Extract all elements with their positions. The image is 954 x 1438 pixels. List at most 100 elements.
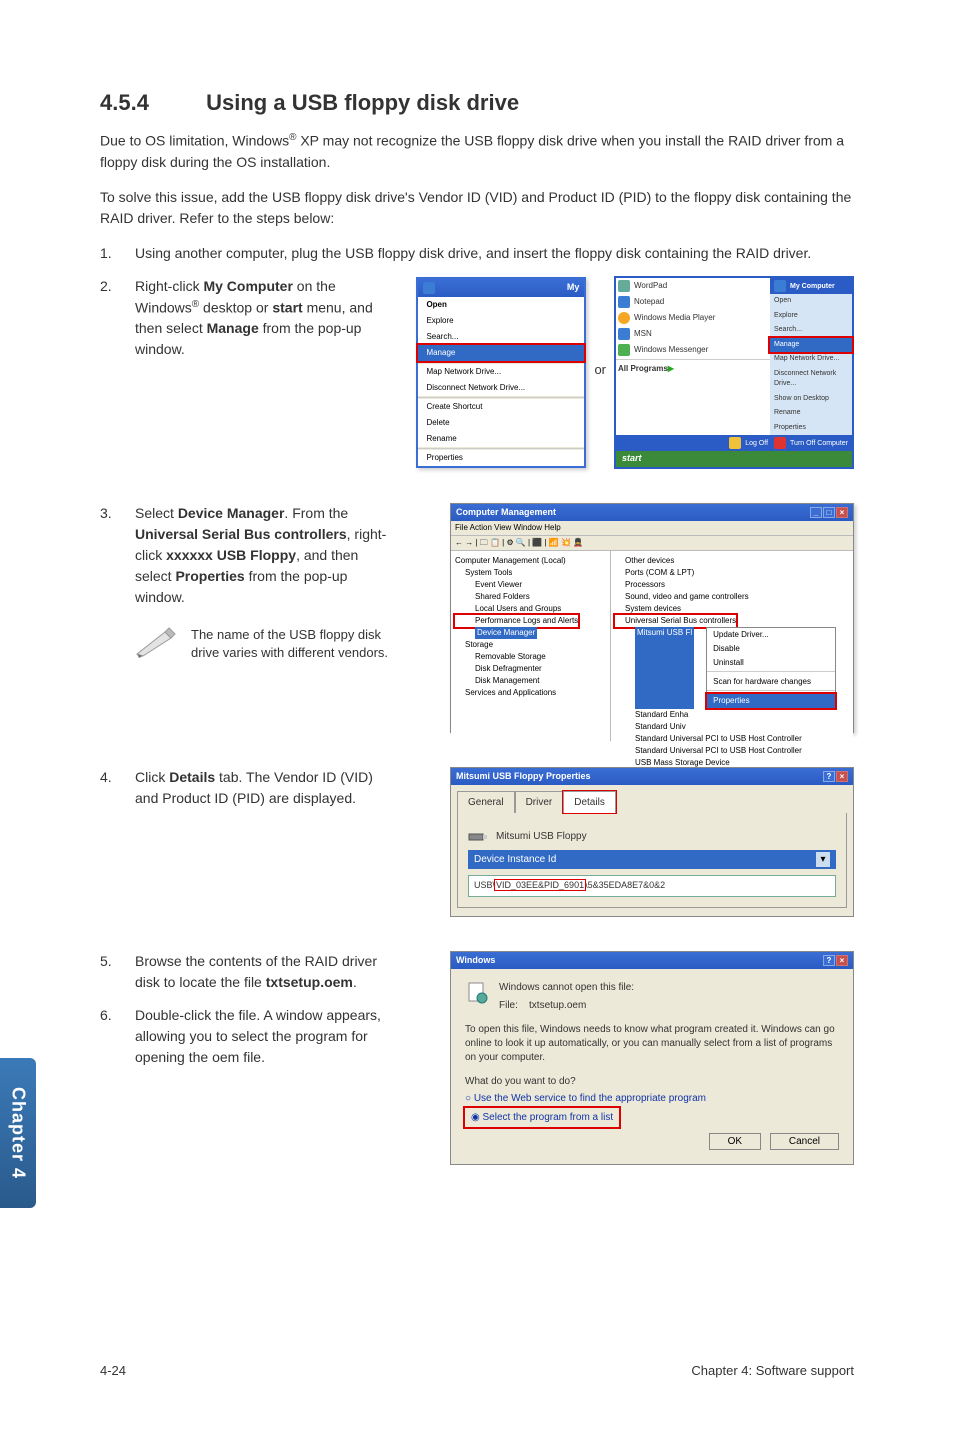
tree-storage[interactable]: Storage	[455, 639, 606, 651]
device-instance-value[interactable]: USB\VID_03EE&PID_6901\5&35EDA8E7&0&2	[468, 875, 836, 897]
start-wmp[interactable]: Windows Media Player	[634, 312, 715, 324]
help-icon[interactable]: ?	[823, 771, 835, 782]
tab-general[interactable]: General	[457, 791, 515, 813]
dev-other[interactable]: Other devices	[615, 555, 849, 567]
dev-s4[interactable]: Standard Universal PCI to USB Host Contr…	[615, 733, 849, 745]
ctx-properties[interactable]: Properties	[707, 694, 835, 708]
start-wordpad[interactable]: WordPad	[634, 280, 667, 292]
openwith-explain: To open this file, Windows needs to know…	[465, 1023, 839, 1065]
step-2: 2. Right-click My Computer on the Window…	[100, 276, 400, 361]
dev-sys[interactable]: System devices	[615, 603, 849, 615]
cm-left-tree[interactable]: Computer Management (Local) System Tools…	[451, 551, 611, 741]
start-button[interactable]: start	[616, 451, 852, 467]
section-number: 4.5.4	[100, 90, 200, 116]
page-footer: 4-24 Chapter 4: Software support	[100, 1363, 854, 1378]
cannot-open-label: Windows cannot open this file:	[499, 981, 634, 995]
ok-button[interactable]: OK	[709, 1133, 761, 1150]
intro-para-2: To solve this issue, add the USB floppy …	[100, 187, 854, 229]
cm-toolbar[interactable]: ← → | 🗀 📋 | ⚙ 🔍 | ⬛ | 📶 💥 💂	[451, 536, 853, 551]
cm-right-tree[interactable]: Other devices Ports (COM & LPT) Processo…	[611, 551, 853, 741]
radio-list[interactable]: ◉ Select the program from a list	[465, 1108, 619, 1127]
sm-explore[interactable]: Explore	[770, 309, 852, 324]
computer-management-window: Computer Management _□× File Action View…	[450, 503, 854, 733]
device-instance-combo[interactable]: Device Instance Id ▾	[468, 850, 836, 869]
menu-manage[interactable]: Manage	[418, 345, 584, 361]
section-title: 4.5.4 Using a USB floppy disk drive	[100, 90, 854, 116]
menu-properties[interactable]: Properties	[418, 450, 584, 466]
chevron-down-icon[interactable]: ▾	[816, 852, 830, 867]
ctx-scan[interactable]: Scan for hardware changes	[707, 675, 835, 689]
close-icon[interactable]: ×	[836, 771, 848, 782]
sm-manage[interactable]: Manage	[770, 338, 852, 353]
cm-menubar[interactable]: File Action View Window Help	[451, 521, 853, 536]
tab-details[interactable]: Details	[563, 791, 616, 813]
properties-dialog: Mitsumi USB Floppy Properties ?× General…	[450, 767, 854, 917]
radio-web[interactable]: ○ Use the Web service to find the approp…	[465, 1089, 839, 1108]
tree-defrag[interactable]: Disk Defragmenter	[455, 663, 606, 675]
menu-rename[interactable]: Rename	[418, 431, 584, 447]
logoff-button[interactable]: Log Off	[729, 437, 768, 449]
tree-diskmgmt[interactable]: Disk Management	[455, 675, 606, 687]
tree-removable[interactable]: Removable Storage	[455, 651, 606, 663]
dev-proc[interactable]: Processors	[615, 579, 849, 591]
start-msn[interactable]: MSN	[634, 328, 652, 340]
tree-eventviewer[interactable]: Event Viewer	[455, 579, 606, 591]
tree-perf[interactable]: Performance Logs and Alerts	[455, 615, 578, 627]
start-messenger[interactable]: Windows Messenger	[634, 344, 708, 356]
cancel-button[interactable]: Cancel	[770, 1133, 839, 1150]
ctx-disable[interactable]: Disable	[707, 642, 835, 656]
ctx-uninstall[interactable]: Uninstall	[707, 656, 835, 670]
sm-disc[interactable]: Disconnect Network Drive...	[770, 367, 852, 392]
ctx-update[interactable]: Update Driver...	[707, 628, 835, 642]
dev-s0[interactable]: Standard Enha	[615, 709, 849, 721]
close-icon[interactable]: ×	[836, 507, 848, 518]
turnoff-button[interactable]: Turn Off Computer	[774, 437, 848, 449]
tab-driver[interactable]: Driver	[515, 791, 564, 813]
section-label: Using a USB floppy disk drive	[206, 90, 519, 115]
menu-search[interactable]: Search...	[418, 329, 584, 345]
dev-s1[interactable]: Standard Univ	[615, 721, 849, 733]
messenger-icon	[618, 344, 630, 356]
dev-ports[interactable]: Ports (COM & LPT)	[615, 567, 849, 579]
menu-explore[interactable]: Explore	[418, 313, 584, 329]
tree-devicemgr[interactable]: Device Manager	[475, 627, 537, 639]
unknown-file-icon	[465, 981, 489, 1005]
intro-para-1: Due to OS limitation, Windows® XP may no…	[100, 130, 854, 173]
pencil-note-icon	[135, 626, 177, 658]
tree-root[interactable]: Computer Management (Local)	[455, 555, 606, 567]
close-icon[interactable]: ×	[836, 955, 848, 966]
minimize-icon[interactable]: _	[810, 507, 822, 518]
sm-search[interactable]: Search...	[770, 323, 852, 338]
menu-open[interactable]: Open	[418, 297, 584, 313]
wordpad-icon	[618, 280, 630, 292]
usb-device-icon	[468, 830, 488, 844]
menu-map-drive[interactable]: Map Network Drive...	[418, 364, 584, 380]
step-3: 3. Select Device Manager. From the Unive…	[100, 503, 400, 662]
sm-map[interactable]: Map Network Drive...	[770, 352, 852, 367]
dev-sound[interactable]: Sound, video and game controllers	[615, 591, 849, 603]
menu-disconnect-drive[interactable]: Disconnect Network Drive...	[418, 380, 584, 396]
sm-rename[interactable]: Rename	[770, 406, 852, 421]
start-allprograms[interactable]: All Programs	[618, 363, 668, 375]
tree-shared[interactable]: Shared Folders	[455, 591, 606, 603]
sm-open[interactable]: Open	[770, 294, 852, 309]
menu-shortcut[interactable]: Create Shortcut	[418, 399, 584, 415]
tree-systools[interactable]: System Tools	[455, 567, 606, 579]
sm-show[interactable]: Show on Desktop	[770, 392, 852, 407]
poweroff-icon	[774, 437, 786, 449]
arrow-right-icon: ▶	[668, 363, 674, 375]
help-icon[interactable]: ?	[823, 955, 835, 966]
step-1: 1. Using another computer, plug the USB …	[100, 243, 854, 264]
maximize-icon[interactable]: □	[823, 507, 835, 518]
dev-usb[interactable]: Universal Serial Bus controllers	[615, 615, 736, 627]
tree-users[interactable]: Local Users and Groups	[455, 603, 606, 615]
start-notepad[interactable]: Notepad	[634, 296, 664, 308]
steps-5-6: 5. Browse the contents of the RAID drive…	[100, 951, 400, 1080]
chapter-label: Chapter 4: Software support	[691, 1363, 854, 1378]
dev-mitsumi[interactable]: Mitsumi USB Fl	[635, 627, 694, 709]
openwith-title: Windows	[456, 954, 495, 968]
menu-delete[interactable]: Delete	[418, 415, 584, 431]
dev-s5[interactable]: Standard Universal PCI to USB Host Contr…	[615, 745, 849, 757]
tree-services[interactable]: Services and Applications	[455, 687, 606, 699]
sm-prop[interactable]: Properties	[770, 421, 852, 436]
